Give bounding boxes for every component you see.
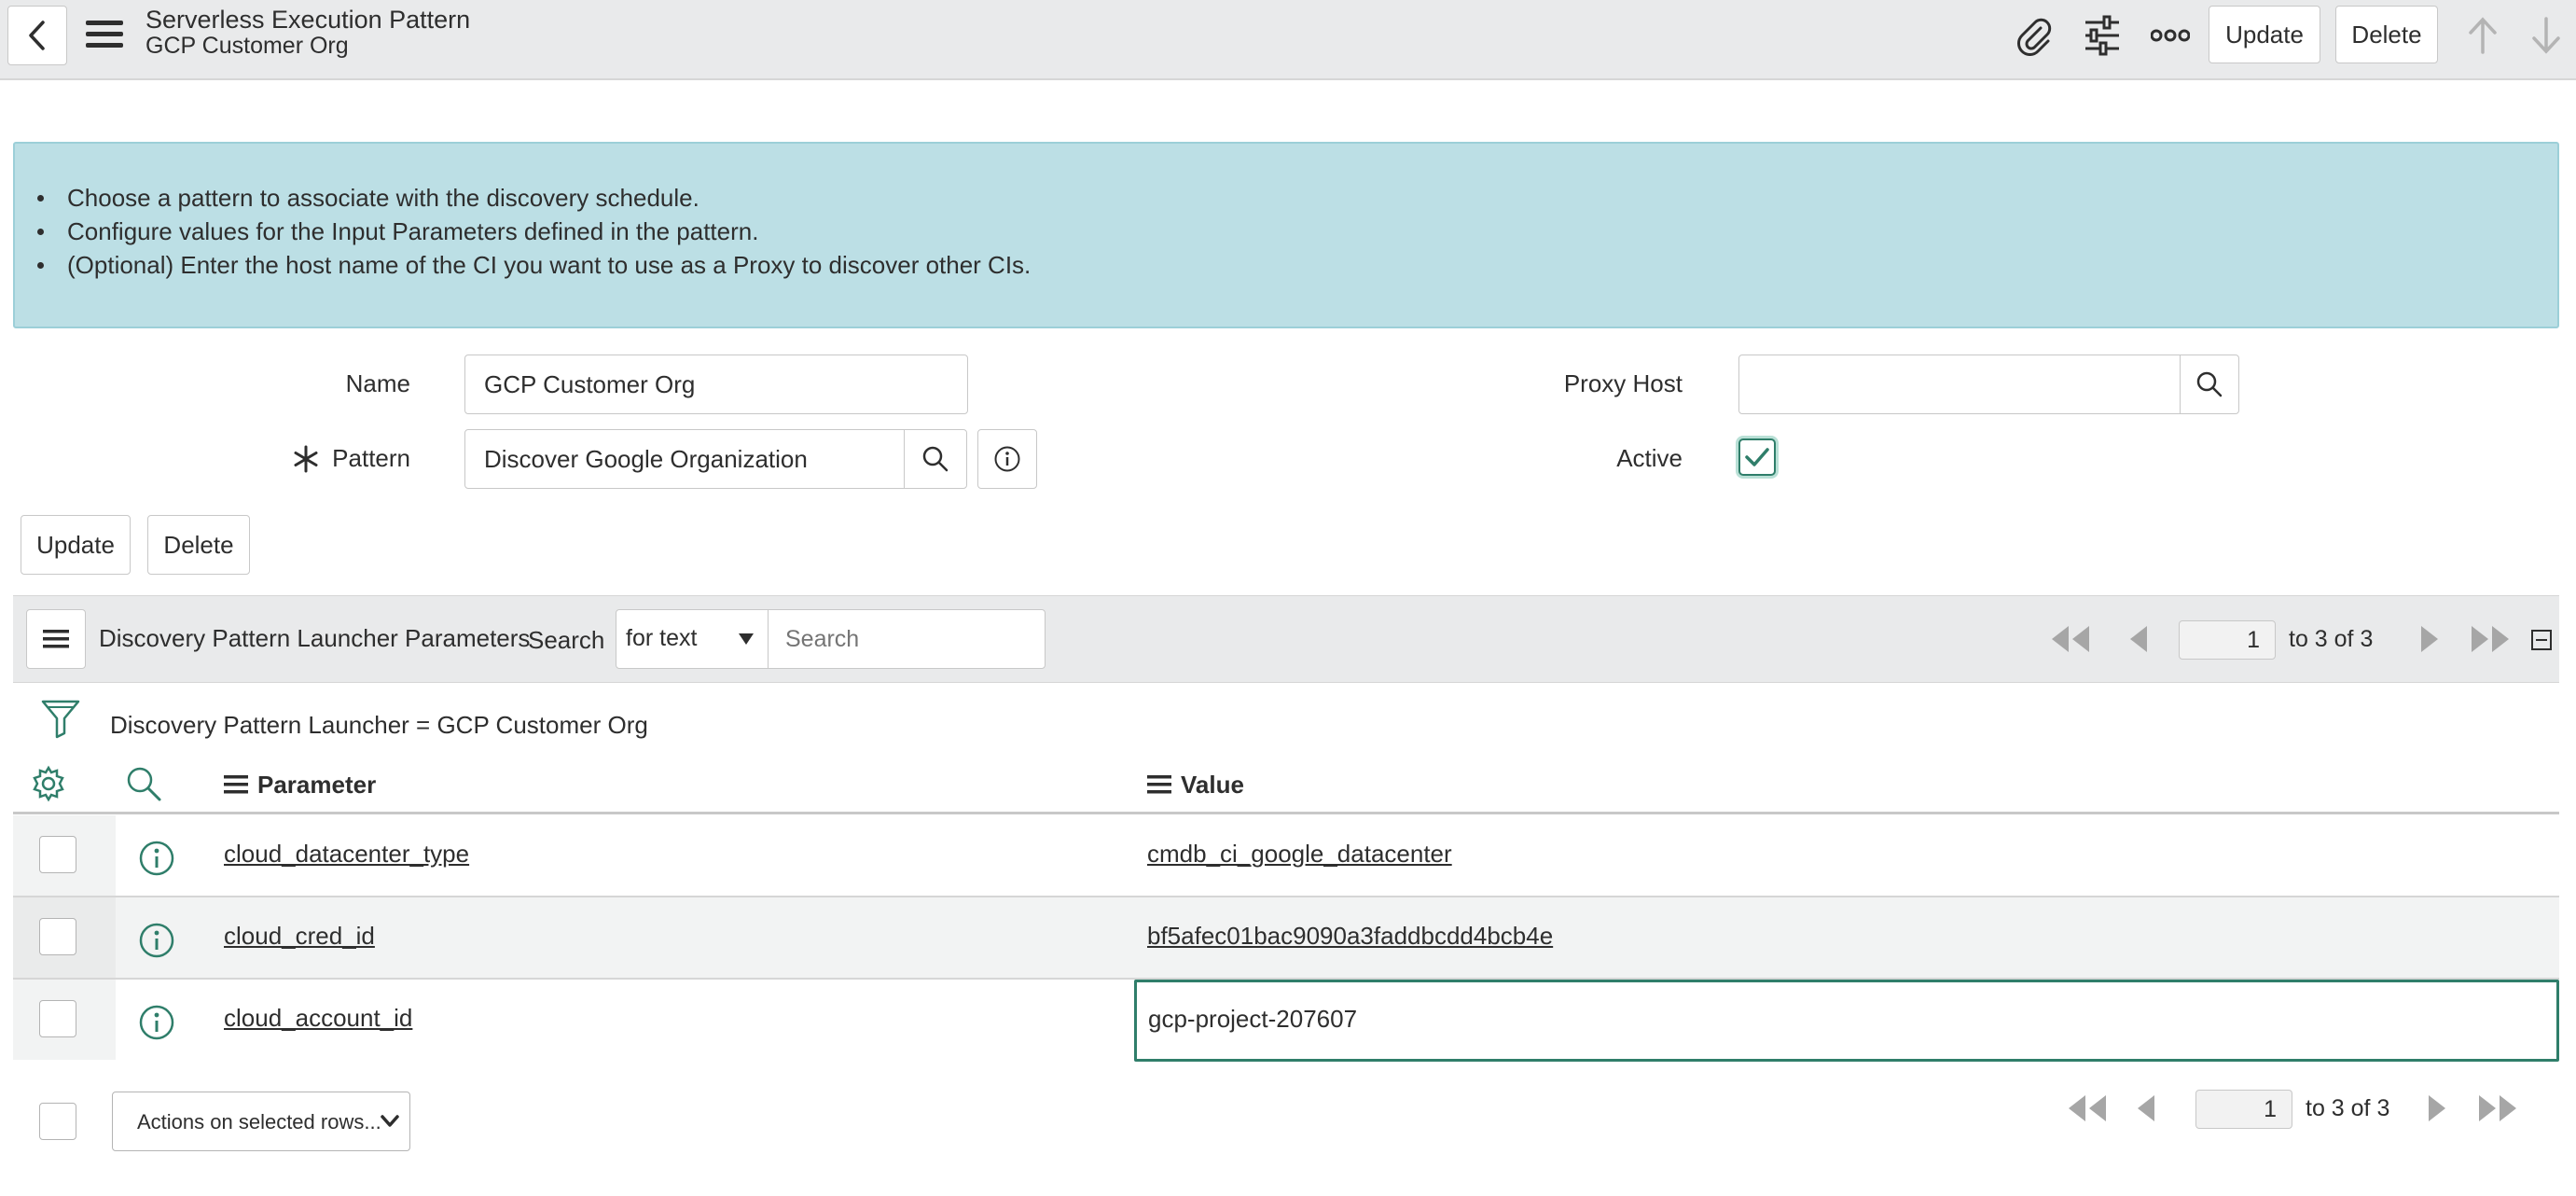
table-row[interactable]: cloud_datacenter_type cmdb_ci_google_dat… [13, 815, 2559, 897]
value-cell-editing[interactable]: gcp-project-207607 [1134, 980, 2559, 1062]
page-number-input[interactable]: 1 [2179, 620, 2276, 660]
list-search-icon[interactable] [125, 765, 162, 802]
info-icon [994, 446, 1020, 472]
proxy-host-label: Proxy Host [1563, 369, 1683, 397]
info-icon[interactable] [138, 1004, 175, 1041]
previous-page-icon[interactable] [2126, 624, 2149, 654]
pattern-field[interactable]: Discover Google Organization [464, 429, 905, 489]
search-icon [922, 446, 949, 472]
last-page-icon[interactable] [2475, 1093, 2520, 1123]
hamburger-menu-icon[interactable] [84, 17, 125, 52]
pattern-label: Pattern [332, 444, 410, 472]
search-label: Search [528, 626, 605, 654]
instruction-list: Choose a pattern to associate with the d… [24, 181, 1031, 282]
pattern-lookup-button[interactable] [904, 429, 967, 489]
footer-page-range-text: to 3 of 3 [2306, 1095, 2390, 1121]
row-select-cell [13, 980, 116, 1060]
chevron-down-icon [381, 1115, 399, 1127]
name-label: Name [345, 369, 410, 397]
parameter-link[interactable]: cloud_account_id [224, 1004, 412, 1033]
parameter-link[interactable]: cloud_cred_id [224, 922, 375, 951]
info-icon[interactable] [138, 840, 175, 877]
paperclip-icon[interactable] [2013, 15, 2054, 56]
header-update-button[interactable]: Update [2209, 6, 2320, 63]
list-search-input[interactable] [768, 609, 1046, 669]
last-page-icon[interactable] [2468, 624, 2513, 654]
value-link[interactable]: bf5afec01bac9090a3faddbcdd4bcb4e [1147, 922, 1553, 951]
row-checkbox[interactable] [39, 1000, 76, 1037]
row-checkbox[interactable] [39, 836, 76, 873]
first-page-icon[interactable] [2065, 1093, 2110, 1123]
more-options-icon[interactable] [2151, 24, 2190, 47]
search-mode-select[interactable]: for text [616, 609, 769, 669]
instruction-item: Choose a pattern to associate with the d… [24, 181, 1031, 215]
table-row[interactable]: cloud_cred_id bf5afec01bac9090a3faddbcdd… [13, 897, 2559, 980]
next-page-icon[interactable] [2427, 1093, 2449, 1123]
parameter-link[interactable]: cloud_datacenter_type [224, 840, 469, 869]
previous-record-arrow-icon[interactable] [2466, 15, 2500, 56]
actions-select[interactable]: Actions on selected rows... [112, 1092, 410, 1151]
record-name: GCP Customer Org [145, 33, 349, 59]
form-delete-button[interactable]: Delete [147, 515, 250, 575]
table-row[interactable]: cloud_account_id gcp-project-207607 [13, 980, 2559, 1062]
related-list-title: Discovery Pattern Launcher Parameters [99, 624, 531, 652]
first-page-icon[interactable] [2048, 624, 2093, 654]
row-checkbox[interactable] [39, 918, 76, 955]
pattern-info-button[interactable] [977, 429, 1037, 489]
info-icon[interactable] [138, 922, 175, 959]
header-divider [13, 812, 2559, 814]
value-text: gcp-project-207607 [1148, 1005, 1358, 1033]
chevron-left-icon [29, 21, 45, 50]
row-select-cell [13, 815, 116, 896]
collapse-list-icon[interactable] [2531, 630, 2552, 650]
form-title: Serverless Execution Pattern [145, 6, 471, 34]
instruction-item: (Optional) Enter the host name of the CI… [24, 248, 1031, 282]
page-range-text: to 3 of 3 [2289, 626, 2374, 652]
column-menu-icon[interactable] [224, 774, 248, 795]
settings-sliders-icon[interactable] [2082, 15, 2123, 56]
form-header: Serverless Execution Pattern GCP Custome… [0, 0, 2576, 80]
row-select-cell [13, 897, 116, 978]
search-icon [2196, 371, 2223, 397]
column-header-value[interactable]: Value [1181, 771, 1244, 800]
proxy-host-field[interactable] [1738, 355, 2181, 414]
form-update-button[interactable]: Update [21, 515, 131, 575]
instruction-item: Configure values for the Input Parameter… [24, 215, 1031, 248]
active-label: Active [1616, 444, 1683, 472]
column-header-parameter[interactable]: Parameter [257, 771, 376, 800]
previous-page-icon[interactable] [2134, 1093, 2156, 1123]
column-menu-icon[interactable] [1147, 774, 1171, 795]
header-delete-button[interactable]: Delete [2335, 6, 2438, 63]
actions-select-value: Actions on selected rows... [137, 1110, 381, 1133]
hamburger-menu-icon [43, 630, 69, 648]
filter-breadcrumb[interactable]: Discovery Pattern Launcher = GCP Custome… [110, 711, 648, 740]
list-menu-button[interactable] [26, 609, 86, 669]
related-list-toolbar: Discovery Pattern Launcher Parameters Se… [13, 595, 2559, 683]
list-personalize-gear-icon[interactable] [30, 765, 67, 802]
next-page-icon[interactable] [2419, 624, 2442, 654]
active-checkbox[interactable] [1738, 438, 1776, 476]
select-all-checkbox[interactable] [39, 1103, 76, 1140]
name-field[interactable]: GCP Customer Org [464, 355, 968, 414]
proxy-host-lookup-button[interactable] [2180, 355, 2239, 414]
search-mode-value: for text [626, 625, 698, 651]
info-banner: Choose a pattern to associate with the d… [13, 142, 2559, 328]
filter-icon[interactable] [41, 698, 80, 739]
checkmark-icon [1745, 448, 1769, 466]
next-record-arrow-icon[interactable] [2529, 15, 2563, 56]
value-link[interactable]: cmdb_ci_google_datacenter [1147, 840, 1452, 869]
back-button[interactable] [7, 6, 67, 65]
dropdown-triangle-icon [739, 633, 754, 645]
footer-page-number-input[interactable]: 1 [2195, 1090, 2292, 1129]
